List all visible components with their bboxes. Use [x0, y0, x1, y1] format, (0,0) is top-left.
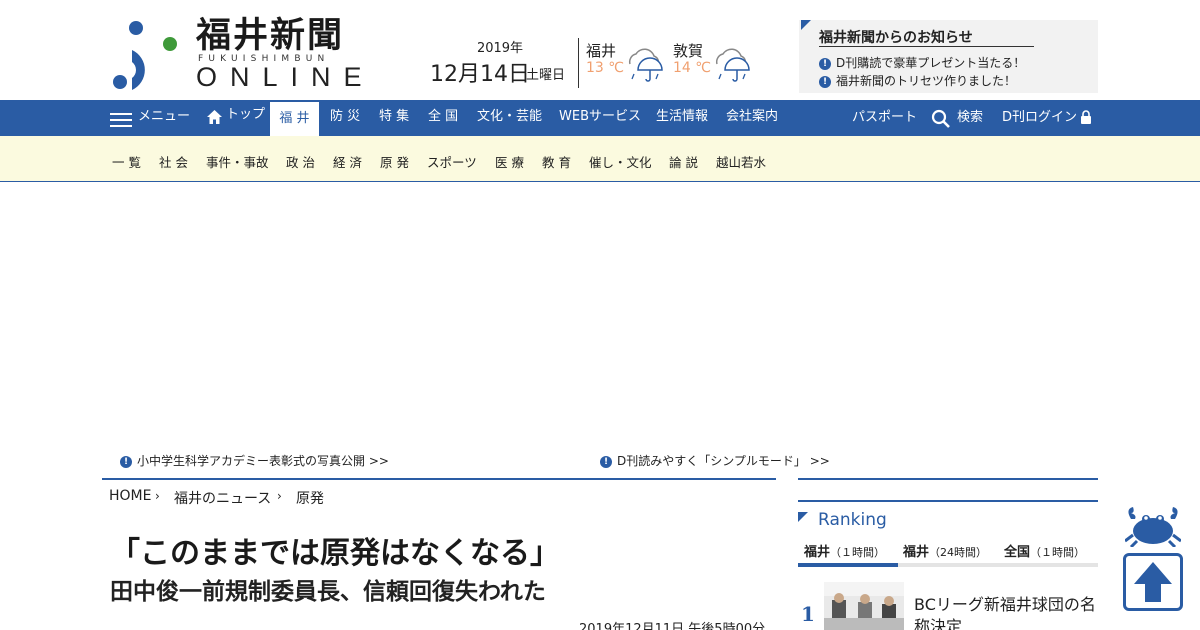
menu-icon[interactable]: [110, 109, 132, 129]
notice-item[interactable]: ! D刊購読で豪華プレゼント当たる！: [819, 54, 1025, 71]
subnav-item[interactable]: 社 会: [159, 152, 188, 171]
back-to-top-button[interactable]: [1123, 553, 1183, 611]
main-nav: メニュー トップ 福 井 防 災 特 集 全 国 文化・芸能 WEBサービス 生…: [0, 100, 1200, 136]
date-weekday: 土曜日: [526, 68, 566, 83]
ranking-title: Ranking: [818, 510, 887, 530]
date-day: 12月14日: [430, 62, 530, 87]
divider: [798, 478, 1098, 480]
lock-icon: [1081, 110, 1091, 124]
subnav-item[interactable]: 医 療: [495, 152, 524, 171]
menu-button[interactable]: メニュー: [138, 100, 190, 136]
tab-label: 全国: [1004, 545, 1031, 560]
home-icon[interactable]: [206, 109, 223, 125]
article-subheadline: 田中俊一前規制委員長、信頼回復失われた: [110, 579, 546, 605]
subnav-item[interactable]: 政 治: [286, 152, 315, 171]
corner-marker: [798, 512, 808, 522]
search-icon[interactable]: [931, 109, 951, 129]
subnav-item[interactable]: 一 覧: [112, 152, 141, 171]
info-icon: !: [600, 455, 612, 468]
chevron-right-icon: ›: [155, 489, 160, 503]
subnav-item[interactable]: 論 説: [669, 152, 698, 171]
ranking-number: 1: [801, 602, 815, 626]
subnav-item[interactable]: 越山若水: [716, 152, 766, 171]
tab-bar-active: [798, 563, 898, 567]
ranking-tab-national-1h[interactable]: 全国（１時間）: [1004, 541, 1085, 560]
divider: [819, 46, 1034, 47]
chevron-right-icon: ›: [277, 489, 282, 503]
search-button[interactable]: 検索: [957, 101, 983, 137]
arrow-up-icon: [1134, 562, 1172, 602]
logo-mark: [113, 21, 177, 90]
ranking-thumbnail[interactable]: [824, 582, 904, 630]
ranking-tab-fukui-1h[interactable]: 福井（１時間）: [804, 541, 885, 560]
tab-label: 福井: [903, 545, 930, 560]
rain-umbrella-icon: [628, 48, 663, 82]
promo-link[interactable]: ! 小中学生科学アカデミー表彰式の写真公開 >>: [120, 452, 389, 469]
subnav-item[interactable]: 催し・文化: [589, 152, 652, 171]
breadcrumb-fukui-news[interactable]: 福井のニュース: [174, 488, 271, 508]
tab-period: （24時間）: [929, 546, 988, 559]
breadcrumb-home[interactable]: HOME: [109, 488, 151, 504]
nav-tokushu[interactable]: 特 集: [379, 100, 409, 136]
info-icon: !: [819, 57, 831, 70]
nav-top[interactable]: トップ: [226, 98, 265, 134]
rain-umbrella-icon: [715, 48, 750, 82]
corner-marker: [801, 20, 811, 30]
crab-mascot-icon: [1125, 507, 1181, 547]
nav-fukui[interactable]: 福 井: [270, 102, 319, 136]
nav-seikatsu[interactable]: 生活情報: [656, 100, 708, 136]
article-date: 2019年12月11日 午後5時00分: [579, 622, 766, 630]
subnav-item[interactable]: 原 発: [380, 152, 409, 171]
info-icon: !: [819, 75, 831, 88]
subnav-item[interactable]: スポーツ: [427, 152, 477, 171]
notice-title: 福井新聞からのお知らせ: [819, 30, 973, 46]
notice-item-text: D刊購読で豪華プレゼント当たる！: [836, 56, 1026, 70]
divider: [102, 478, 776, 480]
passport-link[interactable]: パスポート: [852, 101, 917, 137]
promo-link-text: 小中学生科学アカデミー表彰式の写真公開 >>: [137, 454, 389, 468]
nav-bousai[interactable]: 防 災: [330, 100, 360, 136]
sub-nav: 一 覧 社 会 事件・事故 政 治 経 済 原 発 スポーツ 医 療 教 育 催…: [0, 136, 1200, 182]
ranking-tab-fukui-24h[interactable]: 福井（24時間）: [903, 541, 987, 560]
breadcrumb-genpatsu[interactable]: 原発: [296, 488, 324, 508]
nav-company[interactable]: 会社案内: [726, 100, 778, 136]
nav-bunka[interactable]: 文化・芸能: [477, 100, 542, 136]
promo-link-text: D刊読みやすく「シンプルモード」 >>: [617, 454, 830, 468]
promo-link[interactable]: ! D刊読みやすく「シンプルモード」 >>: [600, 452, 830, 469]
tab-label: 福井: [804, 545, 831, 560]
article-headline: 「このままでは原発はなくなる」: [110, 536, 560, 571]
subnav-item[interactable]: 経 済: [333, 152, 362, 171]
weather-city-tsuruga: 敦賀: [673, 42, 704, 60]
nav-zenkoku[interactable]: 全 国: [428, 100, 458, 136]
login-button[interactable]: D刊ログイン: [1002, 101, 1077, 137]
subnav-item[interactable]: 教 育: [542, 152, 571, 171]
notice-item[interactable]: ! 福井新聞のトリセツ作りました！: [819, 72, 1016, 89]
notice-item-text: 福井新聞のトリセツ作りました！: [836, 74, 1017, 88]
logo-online: ONLINE: [196, 62, 375, 92]
date-year: 2019年: [476, 41, 524, 56]
ranking-item-text[interactable]: BCリーグ新福井球団の名称決定: [914, 594, 1104, 630]
tab-period: （１時間）: [830, 546, 886, 559]
tab-period: （１時間）: [1030, 546, 1086, 559]
nav-web-service[interactable]: WEBサービス: [559, 100, 641, 136]
logo-title[interactable]: 福井新聞: [196, 16, 344, 56]
divider: [578, 38, 579, 88]
weather-temp-fukui: 13 ℃: [586, 60, 624, 76]
subnav-item[interactable]: 事件・事故: [206, 152, 269, 171]
weather-city-fukui: 福井: [586, 42, 617, 60]
info-icon: !: [120, 455, 132, 468]
weather-temp-tsuruga: 14 ℃: [673, 60, 711, 76]
divider: [798, 500, 1098, 502]
